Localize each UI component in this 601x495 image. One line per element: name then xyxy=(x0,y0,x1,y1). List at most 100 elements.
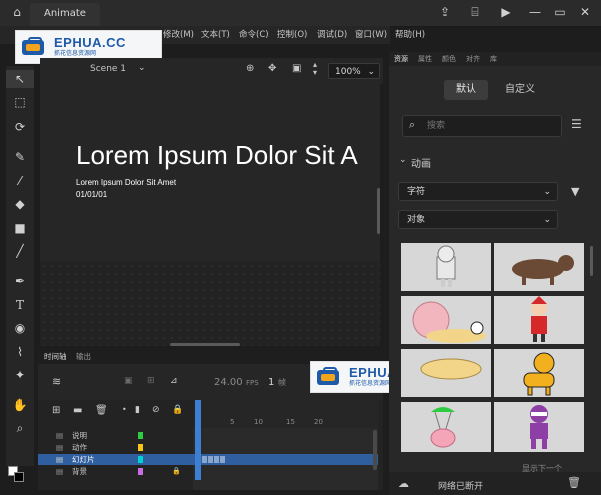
section-collapse-icon[interactable]: ⌄ xyxy=(399,155,407,165)
stage-subtitle-text[interactable]: Lorem Ipsum Dolor Sit Amet xyxy=(76,178,176,187)
tab-align[interactable]: 对齐 xyxy=(466,53,480,65)
stage-date-text[interactable]: 01/01/01 xyxy=(76,190,107,199)
camera-icon[interactable]: ▣ xyxy=(124,376,133,386)
segment-default-button[interactable]: 默认 xyxy=(444,80,488,100)
play-icon[interactable]: ▶ xyxy=(499,5,513,19)
tab-timeline[interactable]: 时间轴 xyxy=(44,351,67,363)
line-tool-icon[interactable]: ╱ xyxy=(6,242,34,260)
clip-content-icon[interactable]: ▣ xyxy=(292,63,301,74)
zoom-tool-icon[interactable]: ⌕ xyxy=(6,419,34,437)
timeline-scrollbar[interactable] xyxy=(373,430,377,470)
center-stage-icon[interactable]: ⊕ xyxy=(246,63,254,74)
list-view-icon[interactable]: ☰ xyxy=(571,117,582,131)
settings-icon[interactable]: ⌸ xyxy=(468,5,482,19)
layer-name[interactable]: 说明 xyxy=(72,430,87,441)
new-folder-icon[interactable]: ▬ xyxy=(73,405,82,416)
minimize-icon[interactable]: — xyxy=(528,5,542,19)
tab-output[interactable]: 输出 xyxy=(76,351,91,363)
menu-window[interactable]: 窗口(W) xyxy=(355,28,387,42)
zoom-stepper-icon[interactable]: ▴ ▾ xyxy=(313,61,317,77)
layer-name[interactable]: 背景 xyxy=(72,466,87,477)
rectangle-tool-icon[interactable]: ■ xyxy=(6,219,34,237)
stage-horizontal-scrollbar[interactable] xyxy=(170,343,240,346)
delete-layer-icon[interactable]: 🗑 xyxy=(95,405,108,416)
visibility-icon[interactable]: ⊘ xyxy=(152,405,160,415)
layer-row[interactable]: ▤ 动作 xyxy=(38,442,193,453)
menu-control[interactable]: 控制(O) xyxy=(277,28,307,42)
layer-row[interactable]: ▤ 说明 xyxy=(38,430,193,441)
section-title[interactable]: 动画 xyxy=(411,155,431,170)
share-icon[interactable]: ⇪ xyxy=(438,5,452,19)
scene-dropdown-icon[interactable]: ⌄ xyxy=(138,63,146,73)
layer-row[interactable]: ▤ 背景 🔒 xyxy=(38,466,193,477)
object-filter-select[interactable]: 对象 ⌄ xyxy=(398,210,558,229)
paint-bucket-icon[interactable]: ◉ xyxy=(6,319,34,337)
eyedropper-icon[interactable]: ⌇ xyxy=(6,343,34,361)
asset-thumbnail-piggy[interactable] xyxy=(401,402,491,452)
assets-search-field[interactable]: ⌕ xyxy=(402,115,562,137)
new-layer-icon[interactable]: ⊞ xyxy=(52,405,60,416)
pin-tool-icon[interactable]: ✦ xyxy=(6,366,34,384)
zoom-select[interactable]: 100% ⌄ xyxy=(328,63,380,79)
menu-modify[interactable]: 修改(M) xyxy=(163,28,194,42)
home-icon[interactable]: ⌂ xyxy=(10,5,24,19)
pen-tool-icon[interactable]: ✒ xyxy=(6,272,34,290)
menu-help[interactable]: 帮助(H) xyxy=(395,28,425,42)
asset-thumbnail-ninja[interactable] xyxy=(494,402,584,452)
current-frame[interactable]: 1 xyxy=(268,377,274,388)
brush-tool-icon[interactable]: ✎ xyxy=(6,148,34,166)
menu-text[interactable]: 文本(T) xyxy=(201,28,230,42)
eraser-tool-icon[interactable]: ◆ xyxy=(6,195,34,213)
paint-brush-icon[interactable]: ⁄ xyxy=(6,172,34,190)
scene-label[interactable]: Scene 1 xyxy=(90,64,126,74)
app-tab[interactable]: Animate xyxy=(30,3,100,26)
layer-name[interactable]: 动作 xyxy=(72,442,87,453)
frame-unit: 帧 xyxy=(278,378,286,387)
layers-icon[interactable]: ≋ xyxy=(52,375,61,388)
layer-row-selected[interactable]: ▤ 幻灯片 xyxy=(38,454,193,465)
menu-commands[interactable]: 命令(C) xyxy=(239,28,269,42)
trash-icon[interactable]: 🗑 xyxy=(567,476,581,489)
stage-vertical-scrollbar[interactable] xyxy=(377,188,380,234)
search-input[interactable] xyxy=(425,118,557,134)
fps-value[interactable]: 24.00 xyxy=(214,377,243,388)
asset-thumbnail-mummy[interactable] xyxy=(401,243,491,291)
keyframes-span[interactable] xyxy=(202,456,226,463)
segment-custom-button[interactable]: 自定义 xyxy=(496,80,544,100)
filter-icon[interactable]: ▼ xyxy=(571,185,579,198)
layer-lock-icon[interactable]: 🔒 xyxy=(172,466,181,477)
tab-properties[interactable]: 属性 xyxy=(418,53,432,65)
rotate-stage-icon[interactable]: ✥ xyxy=(268,63,276,74)
layer-color-swatch[interactable] xyxy=(138,432,143,439)
tab-library[interactable]: 库 xyxy=(490,53,497,65)
tab-color[interactable]: 颜色 xyxy=(442,53,456,65)
asset-thumbnail-bug[interactable] xyxy=(401,349,491,397)
graph-icon[interactable]: ⊿ xyxy=(170,376,178,386)
asset-thumbnail-wolf[interactable] xyxy=(494,243,584,291)
maximize-icon[interactable]: ▭ xyxy=(553,5,567,19)
asset-thumbnail-snail[interactable] xyxy=(401,296,491,344)
text-tool-icon[interactable]: T xyxy=(6,296,34,314)
layer-name[interactable]: 幻灯片 xyxy=(72,454,95,465)
menu-debug[interactable]: 调试(D) xyxy=(317,28,347,42)
asset-thumbnail-dog[interactable] xyxy=(494,349,584,397)
lasso-tool-icon[interactable]: ⟳ xyxy=(6,118,34,136)
lock-icon[interactable]: 🔒 xyxy=(172,405,183,415)
layer-color-swatch[interactable] xyxy=(138,444,143,451)
outline-icon[interactable]: ▮ xyxy=(135,405,140,415)
layer-color-swatch[interactable] xyxy=(138,468,143,475)
hand-tool-icon[interactable]: ✋ xyxy=(6,396,34,414)
character-filter-select[interactable]: 字符 ⌄ xyxy=(398,182,558,201)
layer-parenting-icon[interactable]: ⊞ xyxy=(147,376,155,386)
tab-assets[interactable]: 资源 xyxy=(394,53,408,65)
stroke-color-swatch[interactable] xyxy=(14,472,24,482)
stage-title-text[interactable]: Lorem Ipsum Dolor Sit A xyxy=(76,140,358,171)
layer-color-swatch[interactable] xyxy=(138,456,143,463)
assets-scrollbar[interactable] xyxy=(590,246,593,276)
close-icon[interactable]: ✕ xyxy=(578,5,592,19)
asset-thumbnail-santa[interactable] xyxy=(494,296,584,344)
playhead[interactable] xyxy=(195,400,201,480)
selection-tool-icon[interactable]: ↖ xyxy=(6,70,34,88)
highlight-icon[interactable]: • xyxy=(122,405,127,414)
free-transform-icon[interactable]: ⬚ xyxy=(6,93,34,111)
